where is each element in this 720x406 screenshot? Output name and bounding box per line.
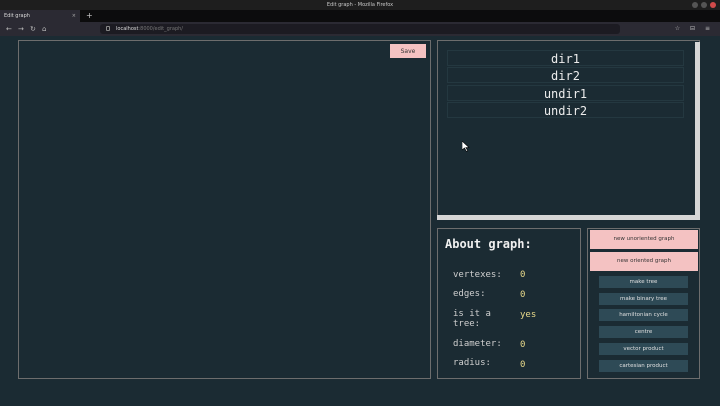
save-button[interactable]: Save: [390, 44, 426, 58]
navigation-bar: ← → ↻ ⌂ localhost:8000/edit_graph/ ☆ ⊟ ≡: [0, 22, 720, 36]
make-tree-button[interactable]: make tree: [599, 276, 688, 288]
is-tree-value: yes: [520, 310, 537, 320]
vertexes-value: 0: [520, 270, 526, 280]
reload-icon[interactable]: ↻: [30, 22, 36, 36]
maximize-icon[interactable]: [701, 2, 707, 8]
graph-list-item[interactable]: dir2: [447, 67, 684, 83]
lock-icon: [106, 26, 110, 31]
graph-list-item[interactable]: dir1: [447, 50, 684, 66]
vector-product-button[interactable]: vector product: [599, 343, 688, 355]
graph-list-horizontal-scrollbar[interactable]: [437, 215, 700, 220]
diameter-value: 0: [520, 340, 526, 350]
url-bar[interactable]: localhost:8000/edit_graph/: [100, 24, 620, 34]
toolbar-icons[interactable]: ☆ ⊟ ≡: [675, 22, 714, 36]
minimize-icon[interactable]: [692, 2, 698, 8]
about-title: About graph:: [445, 237, 532, 251]
window-titlebar: Edit graph - Mozilla Firefox: [0, 0, 720, 10]
tab-strip: Edit graph × +: [0, 10, 720, 22]
tab-label: Edit graph: [4, 13, 30, 19]
graph-canvas[interactable]: [18, 40, 431, 379]
url-path: :8000/edit_graph/: [138, 26, 183, 32]
new-oriented-graph-button[interactable]: new oriented graph: [590, 252, 698, 271]
forward-icon[interactable]: →: [18, 22, 24, 36]
diameter-label: diameter:: [453, 339, 502, 349]
vertexes-label: vertexes:: [453, 270, 502, 280]
edges-value: 0: [520, 290, 526, 300]
new-tab-button[interactable]: +: [86, 10, 93, 22]
edges-label: edges:: [453, 289, 486, 299]
home-icon[interactable]: ⌂: [42, 22, 46, 36]
graph-list-item[interactable]: undir2: [447, 102, 684, 118]
radius-label: radius:: [453, 358, 491, 368]
graph-list-item[interactable]: undir1: [447, 85, 684, 101]
is-tree-label-line2: tree:: [453, 319, 481, 329]
radius-value: 0: [520, 360, 526, 370]
hamiltonian-cycle-button[interactable]: hamiltonian cycle: [599, 309, 688, 321]
is-tree-label: is it a: [453, 309, 491, 319]
back-icon[interactable]: ←: [6, 22, 12, 36]
graph-list-scrollbar[interactable]: [695, 42, 700, 220]
mouse-cursor-icon: [462, 141, 470, 152]
centre-button[interactable]: centre: [599, 326, 688, 338]
make-binary-tree-button[interactable]: make binary tree: [599, 293, 688, 305]
url-host: localhost: [116, 26, 139, 32]
tab-close-icon[interactable]: ×: [72, 10, 76, 22]
tab-edit-graph[interactable]: Edit graph ×: [0, 10, 80, 22]
new-unoriented-graph-button[interactable]: new unoriented graph: [590, 230, 698, 249]
window-title: Edit graph - Mozilla Firefox: [326, 2, 394, 8]
cartesian-product-button[interactable]: cartesian product: [599, 360, 688, 372]
close-window-icon[interactable]: [710, 2, 716, 8]
window-controls: [692, 2, 716, 8]
